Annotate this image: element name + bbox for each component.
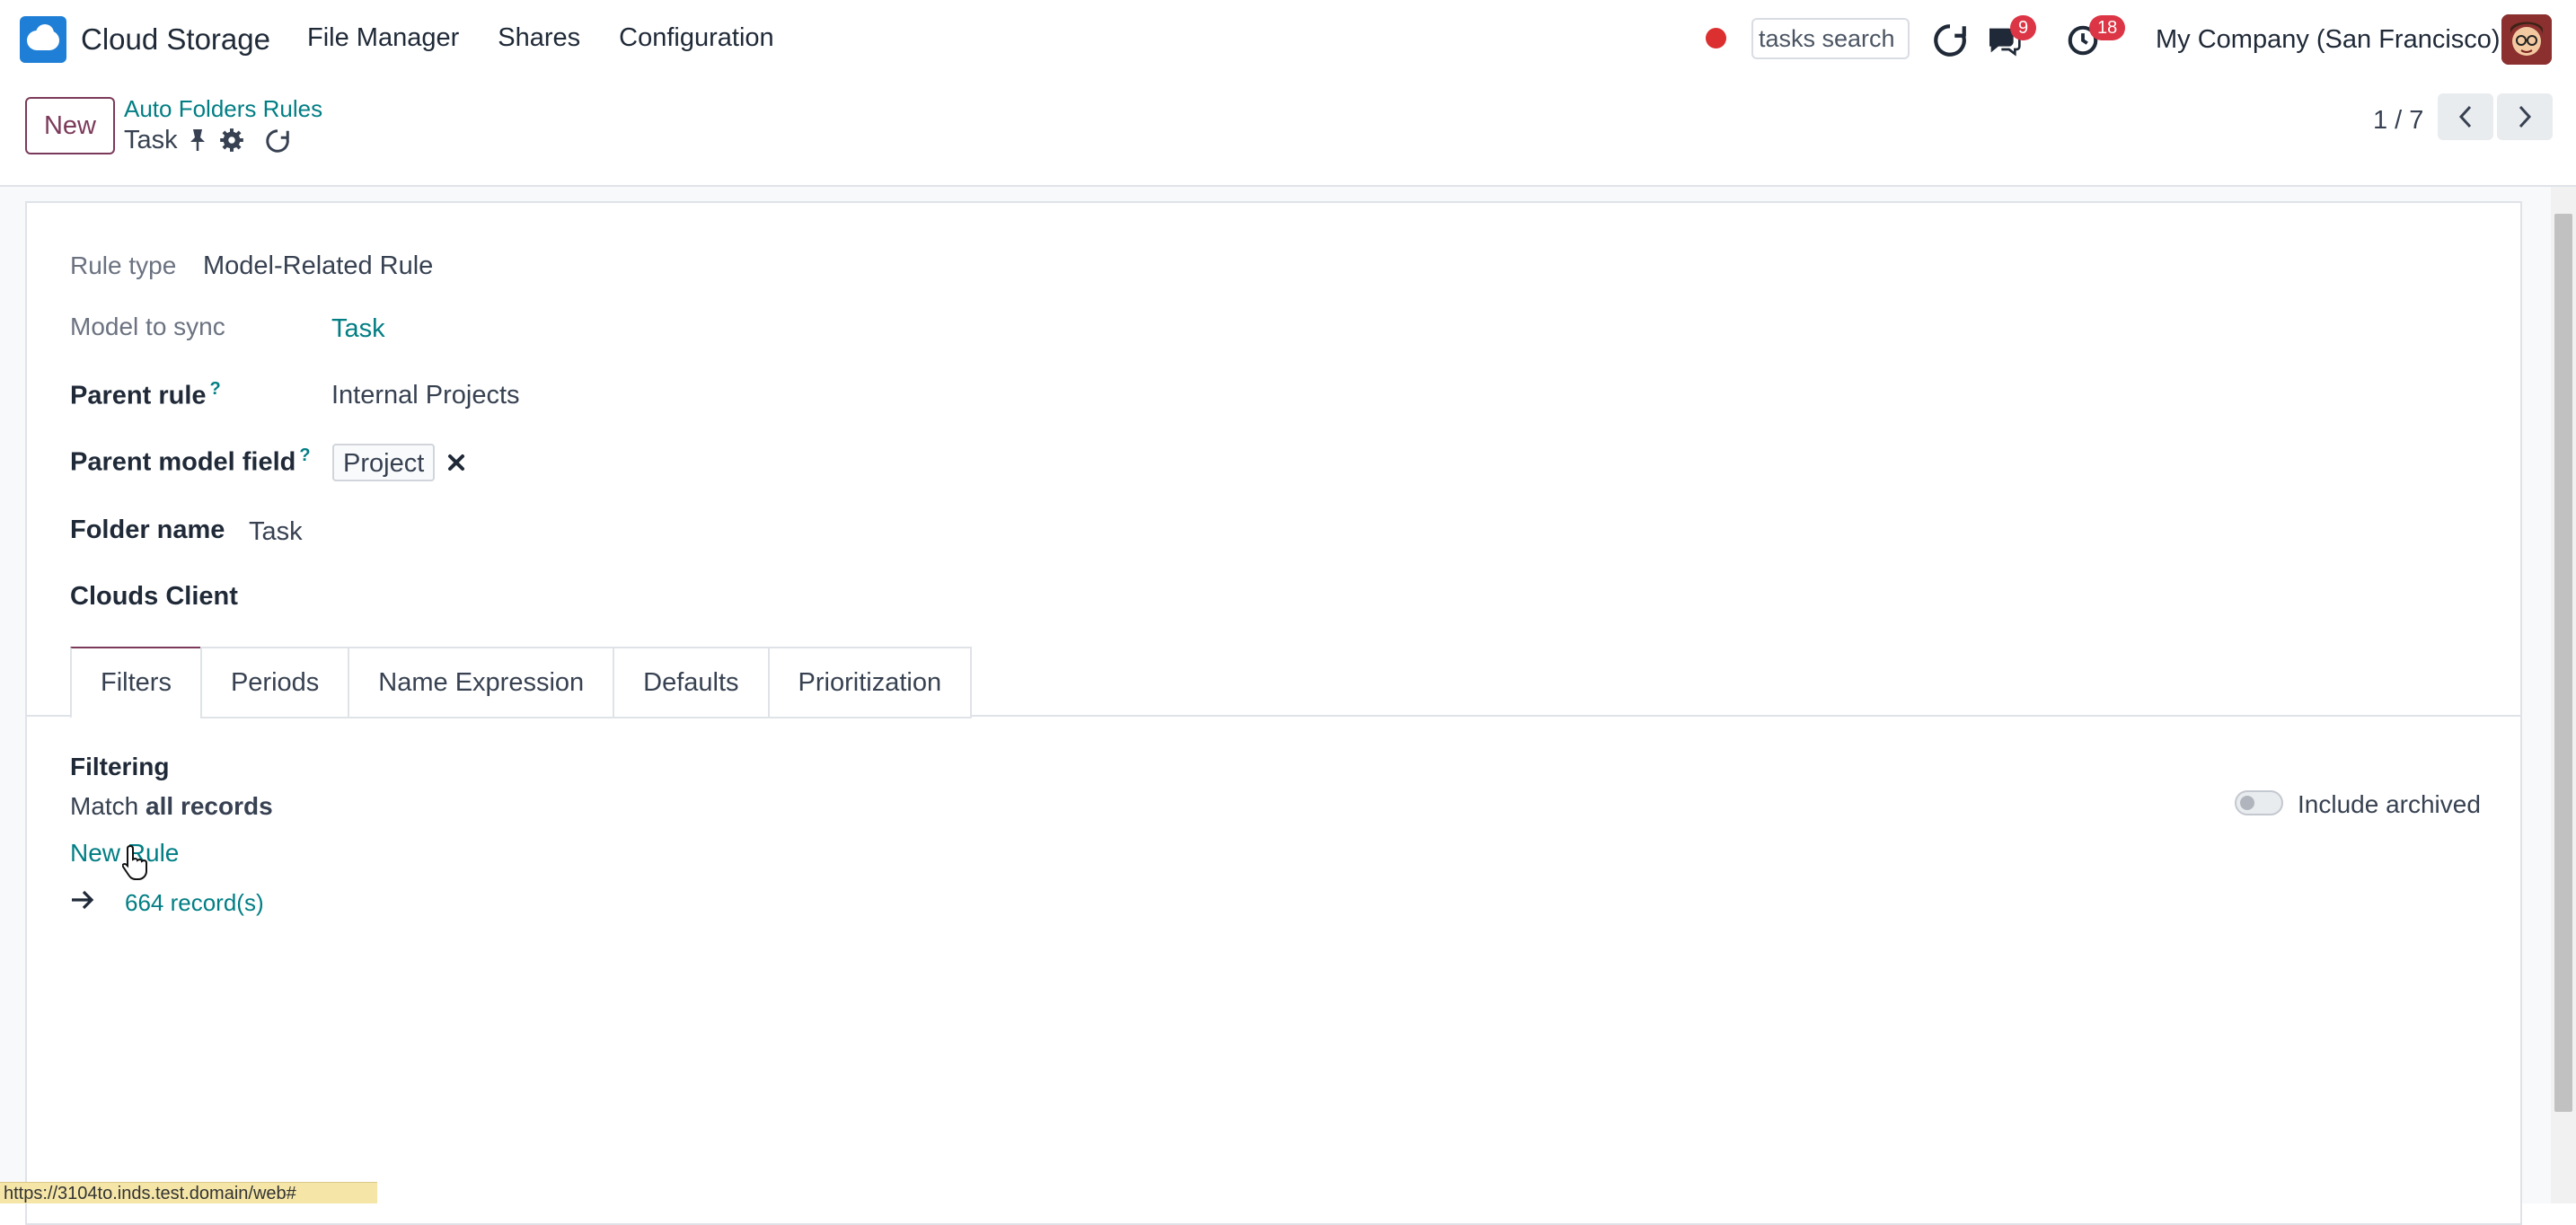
control-panel: New Auto Folders Rules Task 1 / 7 xyxy=(0,81,2576,187)
tab-defaults[interactable]: Defaults xyxy=(613,647,768,718)
parent-rule-value[interactable]: Internal Projects xyxy=(331,381,520,410)
tab-name-expression[interactable]: Name Expression xyxy=(348,647,613,718)
pin-icon[interactable] xyxy=(187,128,208,157)
pager-previous-button[interactable] xyxy=(2438,93,2493,140)
form-tabs: Filters Periods Name Expression Defaults… xyxy=(70,647,973,718)
app-name: Cloud Storage xyxy=(81,22,270,56)
records-count-link[interactable]: 664 record(s) xyxy=(125,889,264,917)
folder-name-value[interactable]: Task xyxy=(249,517,303,547)
app-brand[interactable]: Cloud Storage xyxy=(20,14,270,65)
folder-name-label: Folder name xyxy=(70,516,225,544)
tab-filters[interactable]: Filters xyxy=(70,647,200,718)
refresh-record-icon[interactable] xyxy=(264,128,291,159)
model-to-sync-value[interactable]: Task xyxy=(331,314,385,344)
breadcrumb-auto-folders-rules[interactable]: Auto Folders Rules xyxy=(124,95,322,123)
remove-tag-close-icon[interactable] xyxy=(446,453,466,477)
menu-shares[interactable]: Shares xyxy=(498,23,580,53)
model-to-sync-label: Model to sync xyxy=(70,313,225,340)
menu-file-manager[interactable]: File Manager xyxy=(307,23,459,53)
user-avatar[interactable] xyxy=(2501,14,2552,65)
main-menu: File Manager Shares Configuration xyxy=(307,23,813,53)
parent-model-field-help-icon[interactable]: ? xyxy=(299,445,310,465)
parent-rule-help-icon[interactable]: ? xyxy=(210,379,221,399)
rule-type-label: Rule type xyxy=(70,251,177,279)
messages-count-badge: 9 xyxy=(2010,15,2037,40)
gear-icon[interactable] xyxy=(219,128,244,157)
tab-prioritization[interactable]: Prioritization xyxy=(767,647,973,718)
activities-count-badge: 18 xyxy=(2089,15,2126,40)
cloud-logo-icon xyxy=(20,16,66,63)
breadcrumb-current-record: Task xyxy=(124,126,178,154)
match-statement: Match all records xyxy=(70,792,273,820)
page-scrollbar[interactable] xyxy=(2551,187,2576,1203)
hand-cursor-icon xyxy=(121,844,149,885)
top-navbar: Cloud Storage File Manager Shares Config… xyxy=(0,0,2576,81)
clouds-client-label: Clouds Client xyxy=(70,582,238,611)
parent-model-field-tag[interactable]: Project xyxy=(332,444,436,481)
rule-type-value[interactable]: Model-Related Rule xyxy=(203,251,433,281)
arrow-right-icon xyxy=(70,889,95,915)
chevron-right-icon xyxy=(2519,105,2532,128)
company-switcher[interactable]: My Company (San Francisco) xyxy=(2156,25,2501,55)
match-value[interactable]: all records xyxy=(146,792,273,820)
status-bar-url: https://3104to.inds.test.domain/web# xyxy=(0,1182,377,1203)
new-record-button[interactable]: New xyxy=(25,97,115,154)
parent-model-field-label: Parent model field? xyxy=(70,445,311,477)
menu-configuration[interactable]: Configuration xyxy=(619,23,774,53)
recording-indicator-icon[interactable] xyxy=(1706,28,1726,48)
pager-next-button[interactable] xyxy=(2497,93,2553,140)
scrollbar-thumb[interactable] xyxy=(2554,214,2572,1112)
include-archived-label[interactable]: Include archived xyxy=(2298,790,2481,819)
pager-value[interactable]: 1 / 7 xyxy=(2373,106,2423,136)
tasks-search-input[interactable] xyxy=(1751,18,1910,59)
include-archived-toggle[interactable] xyxy=(2235,790,2283,815)
chevron-left-icon xyxy=(2458,105,2472,128)
refresh-sync-icon[interactable] xyxy=(1931,22,1969,64)
tab-periods[interactable]: Periods xyxy=(199,647,348,718)
parent-rule-label: Parent rule? xyxy=(70,379,221,410)
filtering-section-title: Filtering xyxy=(70,753,170,780)
